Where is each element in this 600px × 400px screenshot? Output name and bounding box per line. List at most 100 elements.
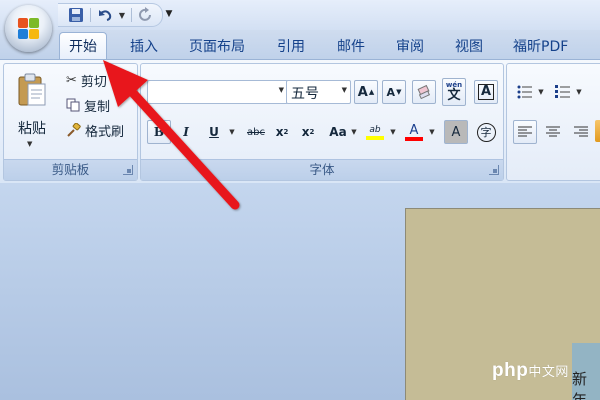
format-painter-button[interactable]: 格式刷	[66, 120, 124, 140]
align-right-button[interactable]	[569, 120, 593, 144]
bullets-dropdown-icon[interactable]: ▼	[537, 88, 545, 96]
save-icon[interactable]	[66, 5, 86, 25]
subscript-icon: x	[275, 125, 284, 139]
tab-review[interactable]: 审阅	[396, 34, 424, 60]
superscript-mark: 2	[309, 128, 315, 136]
font-size-dropdown-icon[interactable]: ▼	[342, 86, 347, 94]
shrink-arrow-icon: ▼	[396, 88, 402, 96]
grow-arrow-icon: ▲	[368, 88, 375, 96]
align-left-button[interactable]	[513, 120, 537, 144]
font-name-combo[interactable]: ▼	[147, 80, 288, 104]
font-size-combo[interactable]: 五号 ▼	[286, 80, 351, 104]
paste-label: 粘贴	[18, 121, 46, 137]
office-button[interactable]	[5, 5, 52, 52]
paste-button[interactable]: 粘贴 ▼	[10, 70, 52, 154]
undo-icon[interactable]	[95, 5, 115, 25]
highlight-button[interactable]: ab	[363, 120, 387, 144]
copy-button[interactable]: 复制	[66, 95, 110, 115]
justify-icon[interactable]	[595, 120, 600, 142]
copy-label: 复制	[84, 99, 111, 115]
superscript-icon: x	[301, 125, 310, 139]
qat-separator	[90, 8, 91, 22]
underline-button[interactable]: U	[202, 120, 226, 144]
font-group: ▼ 五号 ▼ A ▲ A ▼ wén 文 A B I U ▼ abc x 2 x…	[140, 63, 504, 181]
paste-icon	[18, 73, 46, 106]
paste-dropdown-icon[interactable]: ▼	[27, 140, 32, 148]
numbering-button[interactable]	[551, 80, 575, 104]
bullets-button[interactable]	[513, 80, 537, 104]
font-name-dropdown-icon[interactable]: ▼	[279, 86, 284, 94]
align-left-icon	[518, 126, 532, 137]
tab-page-layout[interactable]: 页面布局	[189, 34, 245, 60]
quick-access-toolbar: ▼	[58, 3, 163, 27]
highlight-icon: ab	[369, 124, 381, 135]
document-text: 新年	[572, 370, 588, 400]
watermark-suffix: 中文网	[528, 364, 569, 379]
font-color-button[interactable]: A	[402, 120, 426, 144]
highlight-dropdown-icon[interactable]: ▼	[389, 128, 397, 136]
font-color-bar	[405, 136, 423, 141]
tab-mailings[interactable]: 邮件	[337, 34, 365, 60]
numbering-icon	[555, 85, 570, 98]
paragraph-group: ▼ ▼	[506, 63, 600, 181]
highlight-color-bar	[366, 135, 384, 140]
phonetic-guide-button[interactable]: wén 文	[442, 78, 466, 106]
bold-button[interactable]: B	[147, 120, 171, 144]
redo-icon[interactable]	[136, 5, 156, 25]
superscript-button[interactable]: x2	[296, 120, 320, 144]
ribbon: 粘贴 ▼ ✂ 剪切 复制 格式刷 剪贴板 ▼ 五号 ▼ A ▲ A ▼ wén …	[0, 59, 600, 184]
numbering-dropdown-icon[interactable]: ▼	[575, 88, 583, 96]
character-shading-button[interactable]: A	[444, 120, 468, 144]
ribbon-tabs: 开始 插入 页面布局 引用 邮件 审阅 视图 福昕PDF	[0, 30, 600, 61]
customize-qat-icon[interactable]: ▼	[163, 6, 175, 22]
format-painter-icon	[67, 122, 81, 137]
italic-button[interactable]: I	[174, 120, 198, 144]
office-logo-icon	[17, 17, 40, 40]
tab-insert[interactable]: 插入	[130, 34, 158, 60]
word-window: ▼ ▼ 开始 插入 页面布局 引用 邮件 审阅 视图 福昕PDF 粘贴 ▼ ✂ …	[0, 0, 600, 400]
bullets-icon	[517, 85, 532, 99]
tab-references[interactable]: 引用	[277, 34, 305, 60]
eraser-icon	[417, 84, 431, 100]
enclose-characters-button[interactable]: 字	[474, 120, 498, 144]
tab-view[interactable]: 视图	[455, 34, 483, 60]
cut-button[interactable]: ✂ 剪切	[66, 70, 107, 90]
subscript-mark: 2	[283, 128, 289, 136]
font-group-label: 字体	[141, 159, 503, 180]
grow-font-icon: A	[357, 84, 368, 100]
font-color-dropdown-icon[interactable]: ▼	[428, 128, 436, 136]
font-dialog-launcher-icon[interactable]	[489, 165, 499, 175]
enclose-characters-icon: 字	[476, 122, 496, 142]
tab-foxit-pdf[interactable]: 福昕PDF	[513, 34, 568, 60]
cut-label: 剪切	[80, 74, 107, 90]
watermark-text: php	[492, 360, 529, 381]
phonetic-char: 文	[447, 88, 461, 103]
align-right-icon	[574, 126, 588, 137]
format-painter-label: 格式刷	[85, 124, 125, 140]
shrink-font-button[interactable]: A ▼	[382, 80, 406, 104]
clear-formatting-button[interactable]	[412, 80, 436, 104]
grow-font-button[interactable]: A ▲	[354, 80, 378, 104]
qat-separator	[131, 8, 132, 22]
character-border-button[interactable]: A	[474, 80, 498, 104]
shrink-font-icon: A	[386, 85, 396, 99]
character-border-icon: A	[477, 84, 495, 100]
clipboard-group: 粘贴 ▼ ✂ 剪切 复制 格式刷 剪贴板	[3, 63, 138, 181]
subscript-button[interactable]: x2	[270, 120, 294, 144]
strikethrough-button[interactable]: abc	[242, 120, 270, 144]
tab-home[interactable]: 开始	[59, 32, 107, 61]
clipboard-group-label: 剪贴板	[4, 159, 137, 180]
title-bar: ▼ ▼	[0, 0, 600, 30]
underline-dropdown-icon[interactable]: ▼	[228, 128, 236, 136]
undo-dropdown-icon[interactable]: ▼	[117, 11, 127, 20]
font-color-icon: A	[409, 122, 419, 138]
font-size-value: 五号	[291, 86, 319, 102]
clipboard-dialog-launcher-icon[interactable]	[123, 165, 133, 175]
align-center-icon	[546, 126, 560, 137]
php-watermark: php中文网	[492, 360, 569, 382]
change-case-button[interactable]: Aa	[324, 120, 352, 144]
change-case-dropdown-icon[interactable]: ▼	[350, 128, 358, 136]
align-center-button[interactable]	[541, 120, 565, 144]
scissors-icon: ✂	[66, 72, 77, 88]
copy-icon	[66, 98, 80, 112]
